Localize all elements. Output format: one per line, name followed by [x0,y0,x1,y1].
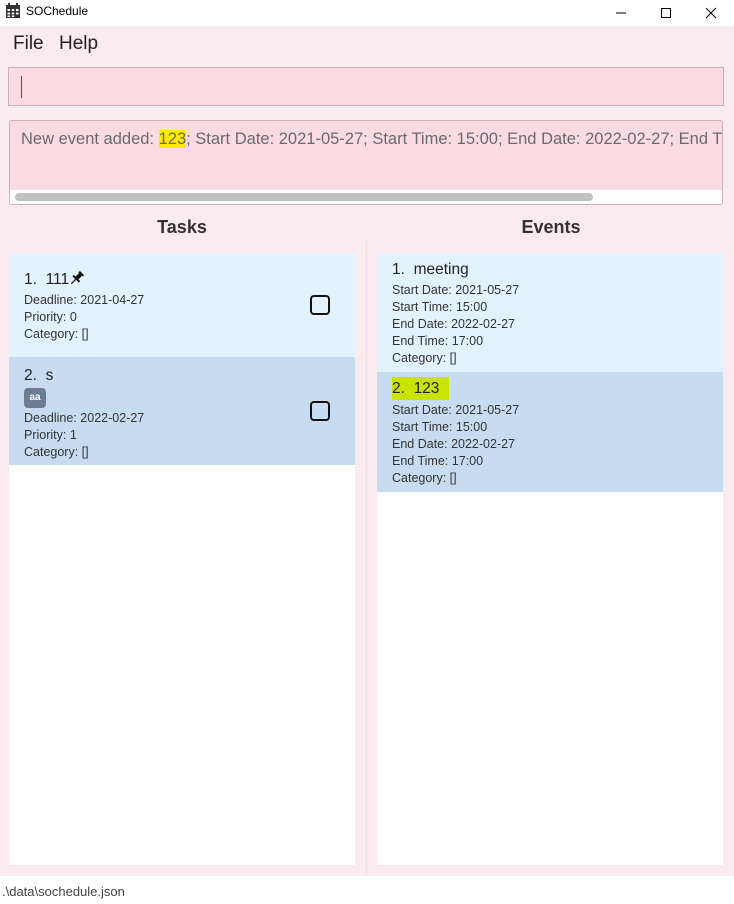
event-start-date: Start Date: 2021-05-27 [392,403,520,417]
event-index: 2. [392,380,405,397]
task-checkbox[interactable] [310,295,330,315]
tasks-header: Tasks [157,217,207,237]
task-priority: Priority: 1 [24,428,77,442]
pin-icon [70,270,85,285]
title-bar: SOChedule [0,0,734,26]
close-icon [705,7,717,19]
event-card[interactable]: 1. meeting Start Date: 2021-05-27 Start … [377,253,723,372]
task-category: Category: [] [24,445,89,459]
event-card[interactable]: 2. 123 Start Date: 2021-05-27 Start Time… [377,372,723,492]
minimize-icon [616,12,626,14]
event-category: Category: [] [392,471,457,485]
task-card[interactable]: 2. s aa Deadline: 2022-02-27 Priority: 1… [9,357,355,465]
event-title: 1. meeting [392,261,469,279]
task-card[interactable]: 1. 111 Deadline: 2021-04-27 Priority: 0 … [9,253,355,357]
task-name: s [45,367,54,384]
scrollbar-thumb[interactable] [15,193,593,201]
window-title: SOChedule [26,4,89,18]
task-title: 1. 111 [24,271,69,289]
event-name: meeting [413,261,469,278]
task-priority: Priority: 0 [24,310,77,324]
text-cursor [21,76,22,98]
event-start-time: Start Time: 15:00 [392,300,488,314]
app-body: File Help New event added: 123; Start Da… [0,26,734,876]
maximize-icon [661,8,671,18]
result-highlight: 123 [158,130,187,148]
task-deadline: Deadline: 2021-04-27 [24,293,145,307]
task-name: 111 [45,271,70,288]
task-tag: aa [24,388,46,408]
minimize-button[interactable] [598,0,644,26]
status-bar: .\data\sochedule.json [0,876,734,904]
event-index: 1. [392,261,405,278]
task-list[interactable]: 1. 111 Deadline: 2021-04-27 Priority: 0 … [9,253,355,865]
task-category: Category: [] [24,327,89,341]
event-end-date: End Date: 2022-02-27 [392,317,516,331]
menu-bar: File Help [0,26,734,62]
horizontal-scrollbar[interactable] [10,190,722,204]
save-location: .\data\sochedule.json [2,884,125,899]
command-box [8,67,724,106]
result-suffix: ; Start Date: 2021-05-27; Start Time: 15… [186,130,722,148]
event-end-date: End Date: 2022-02-27 [392,437,516,451]
event-start-date: Start Date: 2021-05-27 [392,283,520,297]
event-end-time: End Time: 17:00 [392,334,484,348]
task-title: 2. s [24,367,53,385]
close-button[interactable] [688,0,734,26]
maximize-button[interactable] [643,0,689,26]
event-title: 2. 123 [392,380,439,398]
result-prefix: New event added: [21,130,159,148]
task-index: 2. [24,367,37,384]
event-start-time: Start Time: 15:00 [392,420,488,434]
menu-help[interactable]: Help [59,33,98,55]
event-name: 123 [413,380,440,397]
event-category: Category: [] [392,351,457,365]
task-deadline: Deadline: 2022-02-27 [24,411,145,425]
task-checkbox[interactable] [310,401,330,421]
command-input[interactable] [9,68,723,105]
result-text: New event added: 123; Start Date: 2021-0… [21,130,722,149]
panel-divider [366,240,367,876]
event-list[interactable]: 1. meeting Start Date: 2021-05-27 Start … [377,253,723,865]
result-display: New event added: 123; Start Date: 2021-0… [9,120,723,205]
menu-file[interactable]: File [13,33,44,55]
task-index: 1. [24,271,37,288]
calendar-icon [6,3,20,18]
events-header: Events [521,217,581,237]
event-end-time: End Time: 17:00 [392,454,484,468]
